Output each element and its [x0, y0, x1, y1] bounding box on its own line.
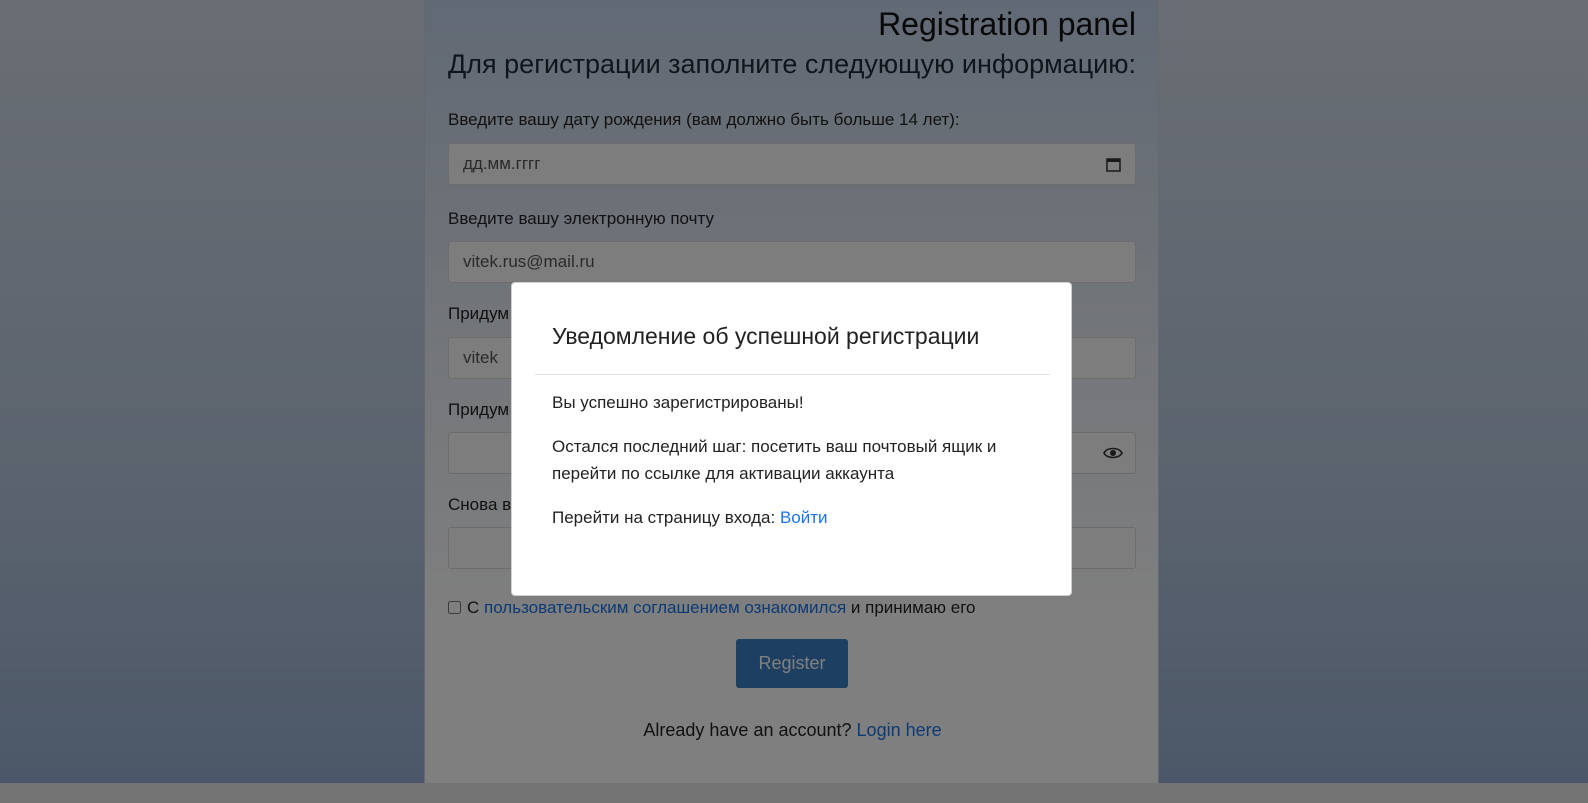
modal-success-text: Вы успешно зарегистрированы! [552, 393, 804, 412]
success-modal: Уведомление об успешной регистрации Вы у… [511, 282, 1072, 596]
modal-goto-row: Перейти на страницу входа: Войти [552, 504, 1042, 531]
modal-title: Уведомление об успешной регистрации [552, 323, 980, 349]
modal-login-link[interactable]: Войти [780, 508, 828, 527]
modal-step-text: Остался последний шаг: посетить ваш почт… [552, 437, 997, 483]
modal-divider [535, 374, 1050, 375]
modal-goto-text: Перейти на страницу входа: [552, 508, 776, 527]
